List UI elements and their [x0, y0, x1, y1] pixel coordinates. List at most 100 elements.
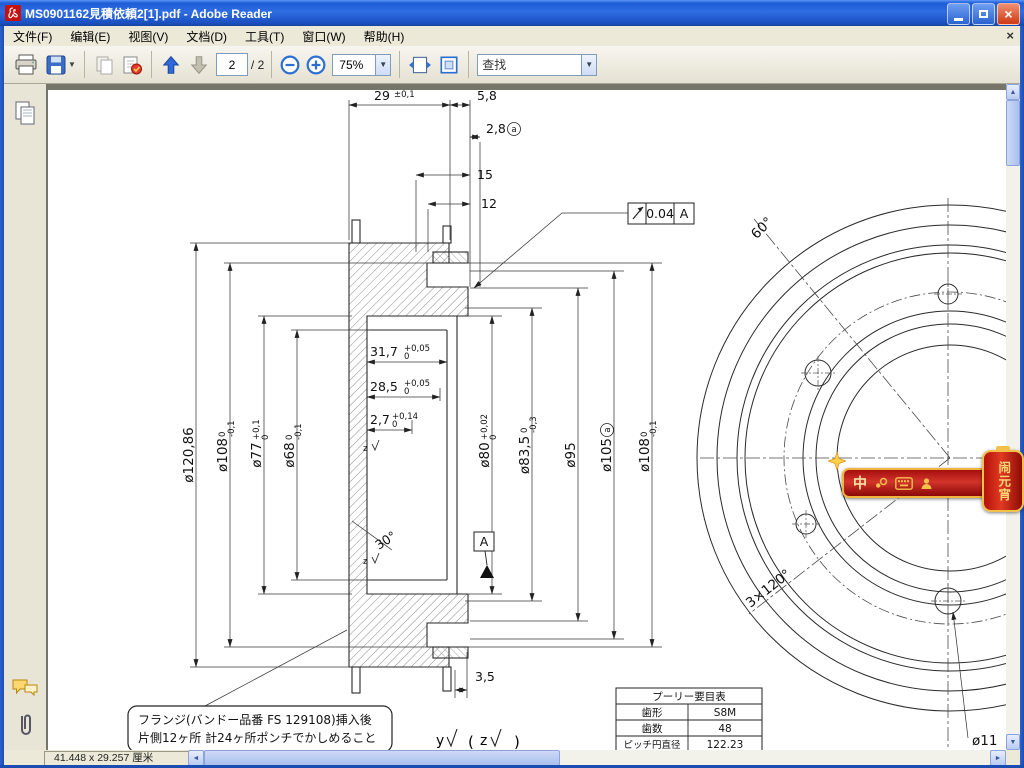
svg-text:2,7: 2,7: [370, 412, 390, 427]
punctuation-icon[interactable]: [874, 476, 888, 490]
menu-tools[interactable]: 工具(T): [236, 26, 293, 47]
dim-label-dia105: ø105 a: [599, 423, 615, 472]
svg-text:z: z: [480, 733, 487, 749]
comments-panel-button[interactable]: [8, 675, 42, 701]
dim-label-dia68: ø68 0 -0,1: [282, 423, 304, 467]
svg-text:ø105: ø105: [599, 438, 615, 472]
svg-text:-0,1: -0,1: [294, 423, 304, 440]
fit-page-button[interactable]: [435, 53, 463, 77]
menu-window[interactable]: 窗口(W): [293, 26, 354, 47]
svg-text:): ): [514, 733, 520, 750]
svg-text:ø95: ø95: [563, 442, 579, 467]
zoom-out-button[interactable]: [277, 53, 303, 77]
lantern-label: 闹元宵: [996, 460, 1011, 502]
toolbar-separator: [468, 51, 470, 78]
svg-text:ピッチ円直径: ピッチ円直径: [623, 739, 681, 750]
horizontal-scrollbar[interactable]: [204, 750, 990, 766]
svg-text:z: z: [363, 557, 368, 567]
zoom-in-button[interactable]: [303, 53, 329, 77]
svg-text:28,5: 28,5: [370, 379, 398, 394]
svg-text:歯数: 歯数: [642, 722, 663, 735]
find-input[interactable]: [478, 57, 582, 72]
menu-file[interactable]: 文件(F): [4, 26, 61, 47]
svg-text:122.23: 122.23: [707, 739, 744, 750]
document-close-icon[interactable]: ×: [1006, 28, 1014, 43]
copy-icon: [96, 56, 113, 74]
toolbar-separator: [399, 51, 401, 78]
zoom-level-select[interactable]: 75% ▼: [332, 53, 392, 76]
ime-language-toggle[interactable]: 中: [853, 473, 867, 493]
restore-button[interactable]: [972, 3, 995, 25]
svg-text:a: a: [511, 125, 516, 135]
menu-document[interactable]: 文档(D): [177, 26, 236, 47]
pages-panel-button[interactable]: [10, 98, 40, 128]
dim-label-317: 31,7 +0,05 0: [370, 344, 430, 362]
page-number-input[interactable]: [215, 53, 248, 76]
menu-edit[interactable]: 编辑(E): [61, 26, 119, 47]
window-border-right: [1020, 26, 1024, 768]
comments-icon: [12, 679, 38, 697]
chevron-down-icon[interactable]: ▼: [375, 54, 391, 75]
vertical-scrollbar[interactable]: ▲ ▼: [1006, 84, 1020, 750]
next-page-button-disabled[interactable]: [185, 52, 213, 78]
dim-label-27: 2,7 +0,14 0: [370, 412, 418, 430]
scroll-down-button[interactable]: ▼: [1006, 734, 1020, 750]
dim-label-dia108-right: ø108 0 -0,1: [637, 420, 659, 472]
fit-width-button[interactable]: [405, 53, 435, 77]
svg-text:S8M: S8M: [714, 707, 736, 719]
menu-view[interactable]: 视图(V): [119, 26, 177, 47]
vertical-scroll-thumb[interactable]: [1006, 100, 1020, 166]
scroll-right-button[interactable]: ►: [990, 750, 1006, 766]
attachments-panel-button[interactable]: [13, 710, 37, 740]
svg-text:A: A: [680, 206, 689, 221]
adobe-reader-window: MS0901162見積依頼2[1].pdf - Adobe Reader × 文…: [0, 0, 1024, 768]
svg-text:48: 48: [718, 723, 731, 735]
printer-icon: [15, 54, 37, 74]
scroll-up-button[interactable]: ▲: [1006, 84, 1020, 100]
svg-text:-0,1: -0,1: [227, 420, 237, 437]
dim-label-dia77: ø77 +0,1 0: [249, 419, 271, 467]
stamp-tool-button[interactable]: [118, 52, 146, 78]
scroll-left-button[interactable]: ◄: [188, 750, 204, 766]
close-button[interactable]: ×: [997, 3, 1020, 25]
arrow-right-icon: ►: [994, 754, 1002, 762]
page-size-indicator: 41.448 x 29.257 厘米: [44, 751, 203, 766]
minimize-icon: [954, 17, 963, 21]
svg-text:ø108: ø108: [637, 438, 653, 472]
titlebar[interactable]: MS0901162見積依頼2[1].pdf - Adobe Reader ×: [0, 0, 1024, 26]
adobe-reader-icon: [5, 5, 21, 21]
dim-label-dia108-left: ø108 0 -0,1: [215, 420, 237, 472]
ime-toolbar[interactable]: 中 闹元宵: [828, 446, 1024, 516]
svg-text:29: 29: [374, 90, 390, 103]
svg-text:0: 0: [489, 435, 499, 440]
lantern-decoration: 闹元宵: [982, 446, 1024, 512]
page-total-label: / 2: [250, 57, 265, 72]
print-button[interactable]: [10, 51, 42, 79]
svg-text:ø120,86: ø120,86: [181, 427, 197, 483]
dim-label-dia835: ø83,5 0 -0,3: [517, 416, 539, 474]
copy-button-disabled[interactable]: [90, 52, 118, 78]
datum-a: A: [473, 531, 495, 578]
chevron-down-icon: ▼: [68, 60, 76, 69]
previous-page-button[interactable]: [157, 52, 185, 78]
save-copy-button[interactable]: ▼: [42, 52, 79, 78]
document-area[interactable]: ø120,86 ø108 0 -0,1 ø77 +0,1 0 ø68 0 -0,…: [46, 84, 1006, 750]
statusbar: 41.448 x 29.257 厘米 ◄ ►: [4, 750, 1020, 766]
sparkle-icon: [828, 452, 846, 470]
user-icon[interactable]: [920, 477, 933, 490]
svg-text:ø83,5: ø83,5: [517, 436, 533, 474]
arrow-up-icon: [162, 55, 180, 74]
svg-text:z: z: [363, 444, 368, 454]
dim-label-dia80: ø80 +0,02 0: [477, 414, 499, 468]
keyboard-icon[interactable]: [895, 476, 913, 490]
menu-help[interactable]: 帮助(H): [355, 26, 414, 47]
svg-text:y: y: [436, 733, 444, 749]
minimize-button[interactable]: [947, 3, 970, 25]
find-box[interactable]: ▼: [477, 53, 598, 76]
chevron-down-icon[interactable]: ▼: [581, 54, 597, 75]
horizontal-scroll-thumb[interactable]: [204, 750, 560, 766]
ime-status-bar[interactable]: 中: [842, 468, 996, 498]
svg-text:ø80: ø80: [477, 442, 493, 467]
zoom-level-value: 75%: [339, 57, 364, 72]
svg-text:A: A: [480, 534, 489, 549]
